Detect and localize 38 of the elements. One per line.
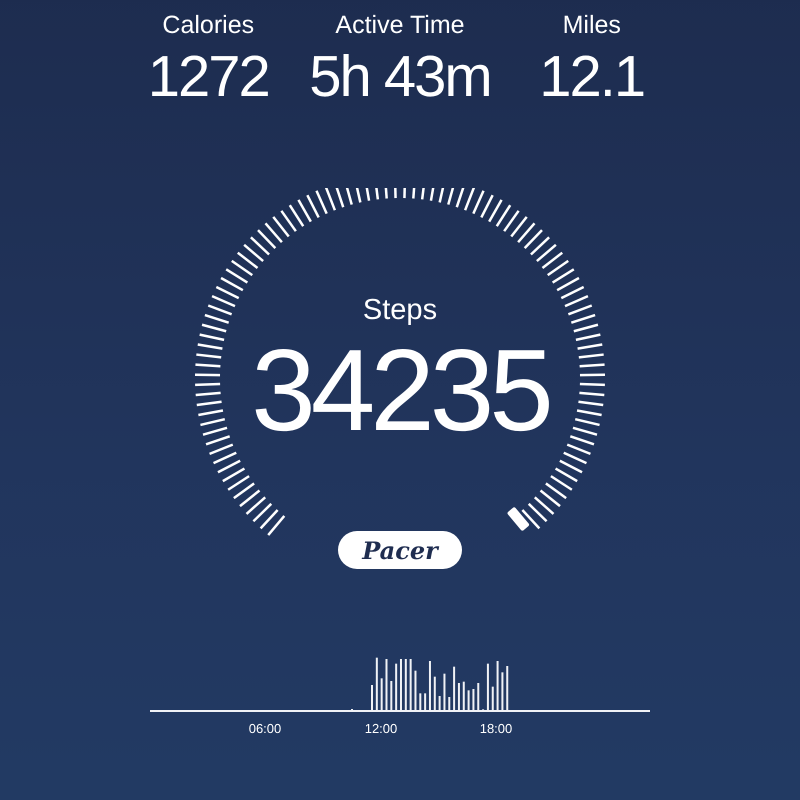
activity-bar [410, 659, 412, 711]
activity-bar [434, 676, 436, 711]
activity-bar [428, 661, 431, 711]
time-label: 06:00 [248, 721, 282, 736]
stat-label: Calories [162, 10, 254, 41]
activity-bar [468, 690, 470, 711]
activity-bar [492, 686, 494, 711]
activity-bar [419, 693, 422, 711]
activity-bar [496, 661, 499, 711]
activity-bar [380, 678, 383, 711]
activity-bar [395, 664, 398, 711]
activity-bar [414, 670, 416, 711]
activity-bar [376, 658, 378, 711]
steps-count: 34235 [251, 328, 549, 452]
stat-label: Miles [562, 10, 621, 41]
stat-value: 12.1 [539, 43, 644, 111]
activity-bar [448, 697, 450, 711]
activity-bar [443, 674, 446, 711]
activity-bar [458, 683, 460, 711]
activity-bar [424, 693, 426, 711]
activity-bar [453, 666, 456, 711]
activity-bar [404, 659, 407, 711]
time-label: 12:00 [364, 721, 398, 736]
activity-bar [400, 659, 402, 711]
activity-bar [390, 681, 392, 711]
time-label: 18:00 [480, 721, 512, 736]
activity-bar [472, 689, 474, 711]
logo: Pacer [338, 531, 462, 569]
stat-value: 1272 [148, 43, 269, 111]
activity-bar [486, 664, 489, 711]
activity-bar [477, 683, 480, 711]
activity-bar [438, 696, 441, 711]
activity-bar [501, 672, 504, 711]
activity-bar [506, 666, 508, 711]
steps-label: Steps [362, 293, 438, 328]
stat-label: Active Time [335, 10, 465, 41]
activity-bar [462, 682, 465, 711]
stat-value: 5h 43m [309, 43, 491, 111]
